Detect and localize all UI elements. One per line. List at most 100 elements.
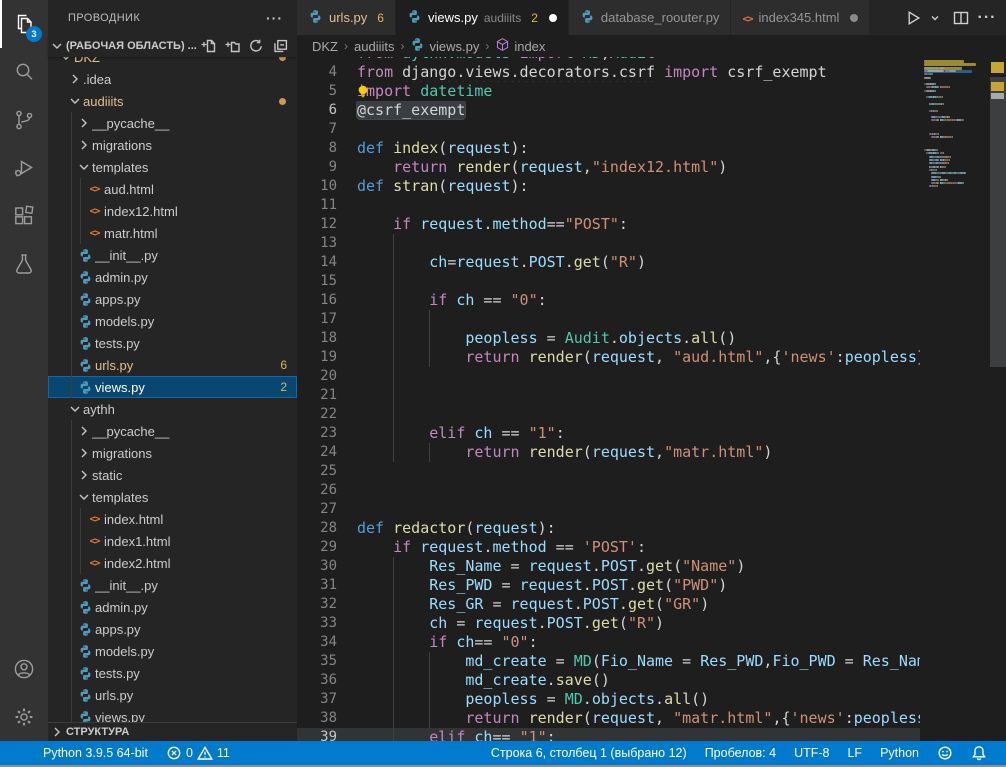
code-line-6[interactable]: 6@csrf_exempt <box>297 101 920 120</box>
tree-item-audiiits[interactable]: audiiits <box>48 90 297 112</box>
line-number[interactable]: 36 <box>297 671 337 690</box>
line-number[interactable]: 23 <box>297 424 337 443</box>
code-line-24[interactable]: 24 return render(request,"matr.html") <box>297 443 920 462</box>
line-number[interactable]: 8 <box>297 139 337 158</box>
tree-item-aud-html[interactable]: <>aud.html <box>48 178 297 200</box>
tree-item-migrations[interactable]: migrations <box>48 134 297 156</box>
breadcrumb-item-audiiits[interactable]: audiiits <box>354 39 394 54</box>
activity-bar-testing[interactable] <box>0 240 48 288</box>
line-number[interactable]: 14 <box>297 253 337 272</box>
code-line-22[interactable]: 22 <box>297 405 920 424</box>
tree-item-migrations[interactable]: migrations <box>48 442 297 464</box>
code-line-7[interactable]: 7 <box>297 120 920 139</box>
line-number[interactable]: 19 <box>297 348 337 367</box>
line-number[interactable]: 38 <box>297 709 337 728</box>
tree-item-views-py[interactable]: views.py2 <box>48 376 297 398</box>
chevron-down-icon[interactable] <box>67 90 83 112</box>
new-file-button[interactable] <box>199 37 217 55</box>
line-number[interactable]: 15 <box>297 272 337 291</box>
line-number[interactable]: 29 <box>297 538 337 557</box>
code-line-15[interactable]: 15 <box>297 272 920 291</box>
status-cursor-position[interactable]: Строка 6, столбец 1 (выбрано 12) <box>482 741 696 765</box>
tree-item-templates[interactable]: templates <box>48 156 297 178</box>
code-editor[interactable]: 3from aythh.models import MD,Audit4from … <box>297 57 920 741</box>
code-line-18[interactable]: 18 peopless = Audit.objects.all() <box>297 329 920 348</box>
refresh-explorer-button[interactable] <box>247 37 265 55</box>
status-language-mode[interactable]: Python <box>871 741 928 765</box>
code-line-10[interactable]: 10def stran(request): <box>297 177 920 196</box>
tree-item--init-py[interactable]: __init__.py <box>48 244 297 266</box>
line-number[interactable]: 21 <box>297 386 337 405</box>
tree-item-views-py[interactable]: views.py <box>48 706 297 722</box>
code-line-12[interactable]: 12 if request.method=="POST": <box>297 215 920 234</box>
line-number[interactable]: 20 <box>297 367 337 386</box>
line-number[interactable]: 27 <box>297 500 337 519</box>
tree-item-index1-html[interactable]: <>index1.html <box>48 530 297 552</box>
code-line-30[interactable]: 30 Res_Name = request.POST.get("Name") <box>297 557 920 576</box>
status-feedback[interactable] <box>928 741 962 765</box>
code-line-21[interactable]: 21 <box>297 386 920 405</box>
chevron-down-icon[interactable] <box>76 156 92 178</box>
activity-bar-source-control[interactable] <box>0 96 48 144</box>
tree-item-templates[interactable]: templates <box>48 486 297 508</box>
lightbulb-icon[interactable] <box>356 84 370 101</box>
tree-item-static[interactable]: static <box>48 464 297 486</box>
tab-index345-html[interactable]: <>index345.html <box>731 0 870 35</box>
workspace-section-header[interactable]: (РАБОЧАЯ ОБЛАСТЬ) ... <box>48 35 297 57</box>
line-number[interactable]: 7 <box>297 120 337 139</box>
line-number[interactable]: 37 <box>297 690 337 709</box>
chevron-right-icon[interactable] <box>76 420 92 442</box>
more-actions-button[interactable]: ··· <box>976 7 998 29</box>
breadcrumb-item-views-py[interactable]: views.py <box>410 37 479 55</box>
split-editor-button[interactable] <box>950 7 972 29</box>
code-line-23[interactable]: 23 elif ch == "1": <box>297 424 920 443</box>
line-number[interactable]: 28 <box>297 519 337 538</box>
tree-item--pycache-[interactable]: __pycache__ <box>48 420 297 442</box>
tree-item-admin-py[interactable]: admin.py <box>48 266 297 288</box>
chevron-right-icon[interactable] <box>76 134 92 156</box>
line-number[interactable]: 30 <box>297 557 337 576</box>
code-line-9[interactable]: 9 return render(request,"index12.html") <box>297 158 920 177</box>
status-python-interpreter[interactable]: Python 3.9.5 64-bit <box>34 741 157 765</box>
code-line-35[interactable]: 35 md_create = MD(Fio_Name = Res_PWD,Fio… <box>297 652 920 671</box>
line-number[interactable]: 11 <box>297 196 337 215</box>
line-number[interactable]: 31 <box>297 576 337 595</box>
tab-views-py[interactable]: views.pyaudiiits2 <box>396 0 569 35</box>
code-line-13[interactable]: 13 <box>297 234 920 253</box>
line-number[interactable]: 24 <box>297 443 337 462</box>
code-line-31[interactable]: 31 Res_PWD = request.POST.get("PWD") <box>297 576 920 595</box>
chevron-down-icon[interactable] <box>76 486 92 508</box>
breadcrumb-item-dkz[interactable]: DKZ <box>312 39 338 54</box>
code-line-25[interactable]: 25 <box>297 462 920 481</box>
tree-item--pycache-[interactable]: __pycache__ <box>48 112 297 134</box>
status-notifications[interactable] <box>962 741 996 765</box>
code-line-17[interactable]: 17 <box>297 310 920 329</box>
line-number[interactable]: 5 <box>297 82 337 101</box>
code-line-29[interactable]: 29 if request.method == 'POST': <box>297 538 920 557</box>
line-number[interactable]: 10 <box>297 177 337 196</box>
tree-item-dkz[interactable]: DKZ <box>48 57 297 68</box>
new-folder-button[interactable] <box>223 37 241 55</box>
code-line-33[interactable]: 33 ch = request.POST.get("R") <box>297 614 920 633</box>
code-line-14[interactable]: 14 ch=request.POST.get("R") <box>297 253 920 272</box>
tree-item-apps-py[interactable]: apps.py <box>48 618 297 640</box>
tree-item-index-html[interactable]: <>index.html <box>48 508 297 530</box>
collapse-folders-button[interactable] <box>271 37 289 55</box>
line-number[interactable]: 17 <box>297 310 337 329</box>
tree-item-tests-py[interactable]: tests.py <box>48 332 297 354</box>
tree-item--idea[interactable]: .idea <box>48 68 297 90</box>
tree-item-index2-html[interactable]: <>index2.html <box>48 552 297 574</box>
line-number[interactable]: 22 <box>297 405 337 424</box>
chevron-right-icon[interactable] <box>67 68 83 90</box>
tab-database-roouter-py[interactable]: database_roouter.py <box>569 0 732 35</box>
run-dropdown-button[interactable] <box>924 7 946 29</box>
tree-item-models-py[interactable]: models.py <box>48 310 297 332</box>
tree-item-apps-py[interactable]: apps.py <box>48 288 297 310</box>
scrollbar-thumb[interactable] <box>990 77 1006 367</box>
code-line-20[interactable]: 20 <box>297 367 920 386</box>
line-number[interactable]: 16 <box>297 291 337 310</box>
code-line-16[interactable]: 16 if ch == "0": <box>297 291 920 310</box>
status-problems[interactable]: 011 <box>157 741 239 765</box>
tree-item-models-py[interactable]: models.py <box>48 640 297 662</box>
code-line-4[interactable]: 4from django.views.decorators.csrf impor… <box>297 63 920 82</box>
